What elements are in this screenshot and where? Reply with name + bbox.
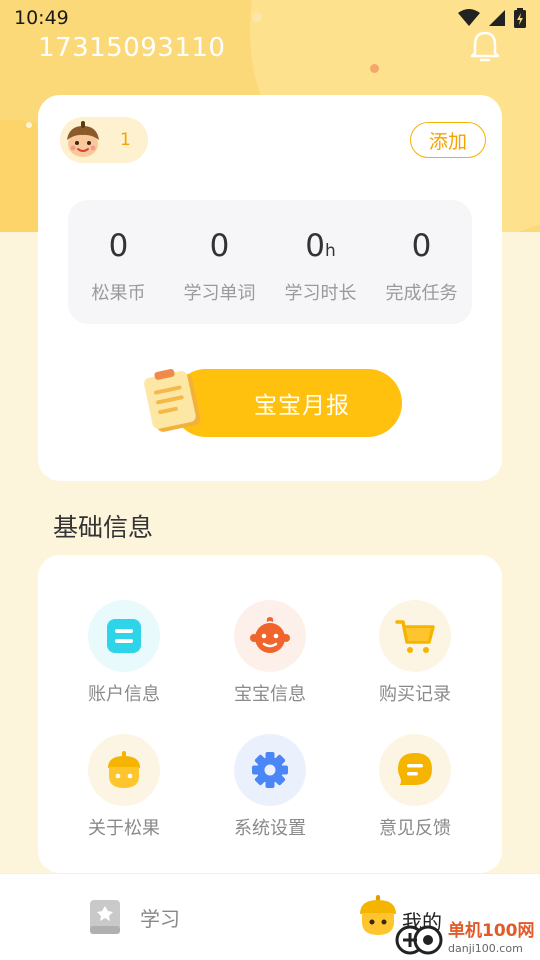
stat-unit: h bbox=[324, 241, 336, 261]
signal-icon bbox=[489, 10, 505, 26]
basic-info-grid: 账户信息 宝宝信息 购买记录 关于松果 系统设置 意见反馈 bbox=[38, 555, 502, 873]
avatar bbox=[60, 117, 106, 163]
monthly-report-button-wrap[interactable]: 宝宝月报 bbox=[142, 365, 402, 439]
menu-item-about[interactable]: 关于松果 bbox=[64, 734, 184, 840]
stat-label: 完成任务 bbox=[385, 283, 458, 304]
menu-item-label: 账户信息 bbox=[88, 684, 160, 705]
battery-icon bbox=[514, 8, 526, 28]
stat-value: 0 bbox=[411, 228, 432, 264]
stat-acorn-coins: 0 松果币 bbox=[68, 200, 169, 324]
acorn-count-pill[interactable]: 1 bbox=[60, 117, 148, 163]
nav-tab-label: 学习 bbox=[140, 906, 180, 931]
menu-item-baby-info[interactable]: 宝宝信息 bbox=[210, 600, 330, 706]
phone-number: 17315093110 bbox=[38, 33, 226, 63]
menu-item-label: 关于松果 bbox=[88, 818, 160, 839]
stat-label: 松果币 bbox=[91, 283, 146, 304]
gear-icon bbox=[252, 752, 288, 788]
stat-value: 0 bbox=[305, 228, 325, 264]
acorn-icon bbox=[108, 751, 140, 788]
menu-item-purchase-history[interactable]: 购买记录 bbox=[355, 600, 475, 706]
wifi-icon bbox=[458, 9, 480, 26]
nav-tab-study[interactable]: 学习 bbox=[88, 898, 180, 936]
feedback-bubble-icon bbox=[398, 753, 432, 785]
account-card-icon bbox=[107, 619, 141, 653]
notepad-icon bbox=[144, 368, 201, 432]
stat-value: 0 bbox=[209, 228, 230, 264]
section-title-basic-info: 基础信息 bbox=[53, 513, 154, 542]
watermark: 单机100网 danji100.com bbox=[394, 916, 540, 960]
book-icon bbox=[90, 900, 120, 934]
status-bar: 10:49 bbox=[0, 0, 540, 36]
stat-study-duration: 0h 学习时长 bbox=[270, 200, 371, 324]
stat-tasks-completed: 0 完成任务 bbox=[371, 200, 472, 324]
menu-item-label: 购买记录 bbox=[379, 684, 451, 705]
stat-label: 学习时长 bbox=[284, 283, 357, 304]
acorn-avatar-icon bbox=[67, 121, 99, 157]
watermark-logo-icon bbox=[395, 925, 443, 955]
stat-value: 0 bbox=[108, 228, 129, 264]
add-button[interactable]: 添加 bbox=[410, 122, 486, 158]
stat-words-learned: 0 学习单词 bbox=[169, 200, 270, 324]
menu-item-feedback[interactable]: 意见反馈 bbox=[355, 734, 475, 840]
stats-panel: 0 松果币 0 学习单词 0h 学习时长 0 完成任务 bbox=[68, 200, 472, 324]
menu-item-account-info[interactable]: 账户信息 bbox=[64, 600, 184, 706]
acorn-count: 1 bbox=[120, 130, 131, 150]
monthly-report-button[interactable]: 宝宝月报 bbox=[172, 369, 402, 437]
stat-label: 学习单词 bbox=[183, 283, 256, 304]
shopping-cart-icon bbox=[395, 620, 435, 653]
menu-item-system-settings[interactable]: 系统设置 bbox=[210, 734, 330, 840]
watermark-url: danji100.com bbox=[448, 941, 523, 955]
baby-face-icon bbox=[250, 617, 290, 653]
watermark-text: 单机100网 bbox=[448, 920, 535, 941]
menu-item-label: 系统设置 bbox=[234, 818, 306, 839]
status-time: 10:49 bbox=[14, 7, 69, 29]
bell-icon[interactable] bbox=[468, 30, 502, 64]
profile-card: 1 添加 0 松果币 0 学习单词 0h 学习时长 0 完成任务 宝宝月报 bbox=[38, 95, 502, 481]
menu-item-label: 意见反馈 bbox=[379, 818, 451, 839]
menu-item-label: 宝宝信息 bbox=[234, 684, 306, 705]
